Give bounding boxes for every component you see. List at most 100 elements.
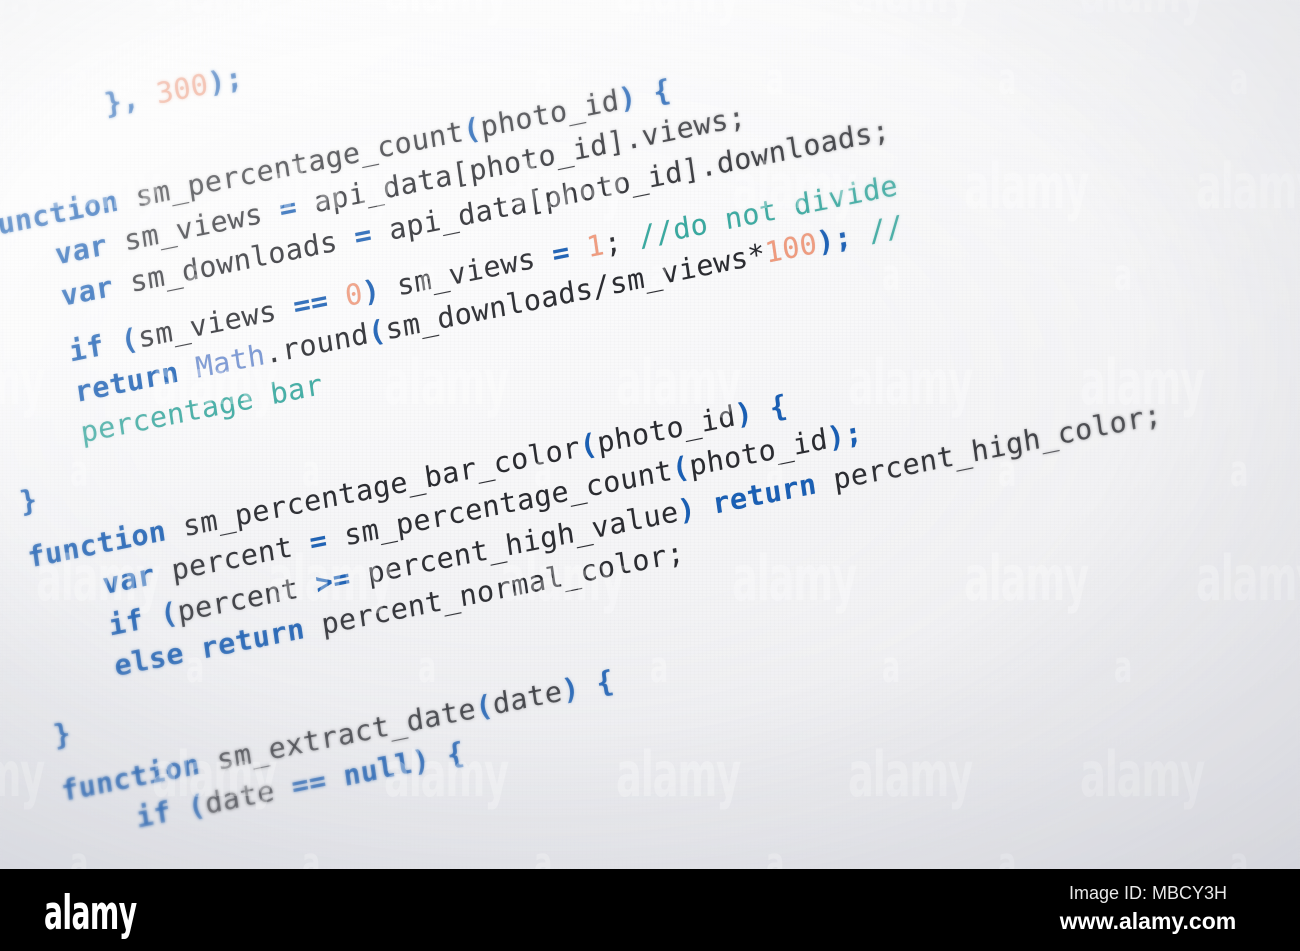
code-token-id: sm_views xyxy=(377,237,555,306)
code-token-id xyxy=(324,760,346,797)
code-token-id: api_data[photo_id].downloads; xyxy=(369,112,892,251)
code-token-kw: if xyxy=(106,602,146,643)
code-line: var sm_downloads = api_data[photo_id].do… xyxy=(0,0,1300,331)
code-token-op: ) xyxy=(360,272,383,310)
code-line: if (sm_views == 0) sm_views = 1; //do no… xyxy=(0,43,1300,386)
code-token-op: = xyxy=(549,234,573,271)
code-token-num: 300 xyxy=(153,66,211,111)
code-token-op: } xyxy=(17,482,40,520)
paper-sheet: }, 300);}function sm_percentage_count(ph… xyxy=(0,0,1300,869)
code-token-id xyxy=(567,231,589,268)
code-line: } xyxy=(51,414,1300,757)
code-token-id: sm_downloads xyxy=(110,220,357,303)
code-token-id: date xyxy=(490,673,565,721)
code-token-op: ) { xyxy=(732,388,790,433)
code-token-op: }, xyxy=(102,77,159,122)
code-token-op: ( xyxy=(669,449,692,487)
code-token-kw: return xyxy=(198,611,307,666)
code-token-id: percent_high_color; xyxy=(813,396,1164,500)
code-token-op: ) { xyxy=(559,663,617,708)
code-token-op: ) { xyxy=(616,72,674,117)
code-token-op: ( xyxy=(577,426,600,464)
code-line: if (percent >= percent_high_value) retur… xyxy=(37,317,1300,660)
code-token-op: ); xyxy=(205,60,246,101)
code-token-id: date xyxy=(202,770,295,821)
code-line: var percent = sm_percentage_count(photo_… xyxy=(31,277,1300,620)
code-token-kw: if xyxy=(133,794,174,835)
code-token-id: api_data[photo_id].views; xyxy=(294,99,748,224)
code-token-op: } xyxy=(51,715,74,753)
alamy-website-link[interactable]: www.alamy.com xyxy=(1018,908,1278,935)
code-token-id xyxy=(176,351,198,388)
code-token-op: ); xyxy=(825,415,865,456)
code-token-id: sm_views xyxy=(104,193,283,262)
code-token-id: sm_views xyxy=(135,289,296,355)
code-token-kw: function xyxy=(25,513,169,575)
code-token-op: = xyxy=(277,190,300,227)
image-id-label: Image ID: MBCY3H xyxy=(1068,883,1228,903)
code-token-num: 0 xyxy=(342,275,365,313)
code-token-num: 100 xyxy=(762,226,820,270)
code-line: }, 300); xyxy=(0,0,1300,153)
code-token-id: sm_percentage_bar_color xyxy=(163,430,583,547)
code-token-id: percent xyxy=(175,567,319,629)
code-line: else return percent_normal_color; xyxy=(43,358,1300,701)
code-token-id: photo_id xyxy=(687,422,830,484)
source-code-block: }, 300);}function sm_percentage_count(ph… xyxy=(0,0,1300,853)
code-token-id: ; xyxy=(601,223,624,261)
code-token-kw: function xyxy=(59,746,202,808)
code-token-kw: function xyxy=(0,184,121,246)
alamy-logo: alamy xyxy=(44,886,137,941)
code-token-kw: if xyxy=(66,328,107,369)
code-token-op: ( xyxy=(365,313,389,350)
code-token-op: ) xyxy=(675,490,698,528)
code-token-cmt: //do not divide xyxy=(618,167,900,258)
code-token-id: .round xyxy=(262,316,371,371)
code-token-kw: var xyxy=(58,269,116,313)
code-token-id xyxy=(693,487,715,524)
code-token-num: 1 xyxy=(584,227,607,264)
code-token-id: percent xyxy=(152,526,313,592)
code-token-id: sm_extract_date xyxy=(197,691,479,781)
code-token-op: = xyxy=(352,216,375,254)
code-token-id xyxy=(326,279,348,316)
code-token-id: sm_percentage_count xyxy=(116,114,466,218)
code-token-cmt: // xyxy=(849,208,906,253)
code-token-op: ( xyxy=(101,321,141,362)
code-token-id: photo_id xyxy=(478,83,622,145)
code-token-cmt: percentage bar xyxy=(78,367,325,450)
code-token-id: sm_percentage_count xyxy=(324,453,675,557)
code-line: percentage bar xyxy=(9,125,1300,468)
footer-meta: Image ID: MBCY3H www.alamy.com xyxy=(1018,883,1278,935)
code-token-op: == xyxy=(291,282,331,324)
alamy-footer-bar: alamy Image ID: MBCY3H www.alamy.com xyxy=(0,869,1300,951)
code-line: var sm_views = api_data[photo_id].views; xyxy=(0,0,1300,290)
code-token-kw: var xyxy=(100,557,157,602)
code-token-kw: var xyxy=(52,228,110,273)
code-token-kw: else xyxy=(112,635,186,684)
code-token-kw: return xyxy=(72,354,181,410)
code-token-op: ); xyxy=(814,219,854,260)
photograph: }, 300);}function sm_percentage_count(ph… xyxy=(0,0,1300,869)
code-token-bi: Math xyxy=(193,337,268,385)
code-line: } xyxy=(17,180,1300,523)
code-token-op: >= xyxy=(313,560,353,601)
code-line: } xyxy=(0,0,1300,194)
code-line: function sm_percentage_bar_color(photo_i… xyxy=(25,236,1300,579)
code-token-kw: return xyxy=(710,466,819,521)
code-token-op: ( xyxy=(461,111,484,148)
code-token-op: ( xyxy=(140,595,181,636)
code-line: return Math.round(sm_downloads/sm_views*… xyxy=(3,84,1300,427)
code-token-id xyxy=(181,632,203,669)
code-token-op: = xyxy=(307,522,330,560)
code-token-id: percent_high_value xyxy=(347,494,681,594)
code-line: function sm_percentage_count(photo_id) { xyxy=(0,0,1300,250)
code-token-op: ( xyxy=(168,787,208,828)
code-line: function sm_extract_date ( date) { xyxy=(59,469,1300,812)
